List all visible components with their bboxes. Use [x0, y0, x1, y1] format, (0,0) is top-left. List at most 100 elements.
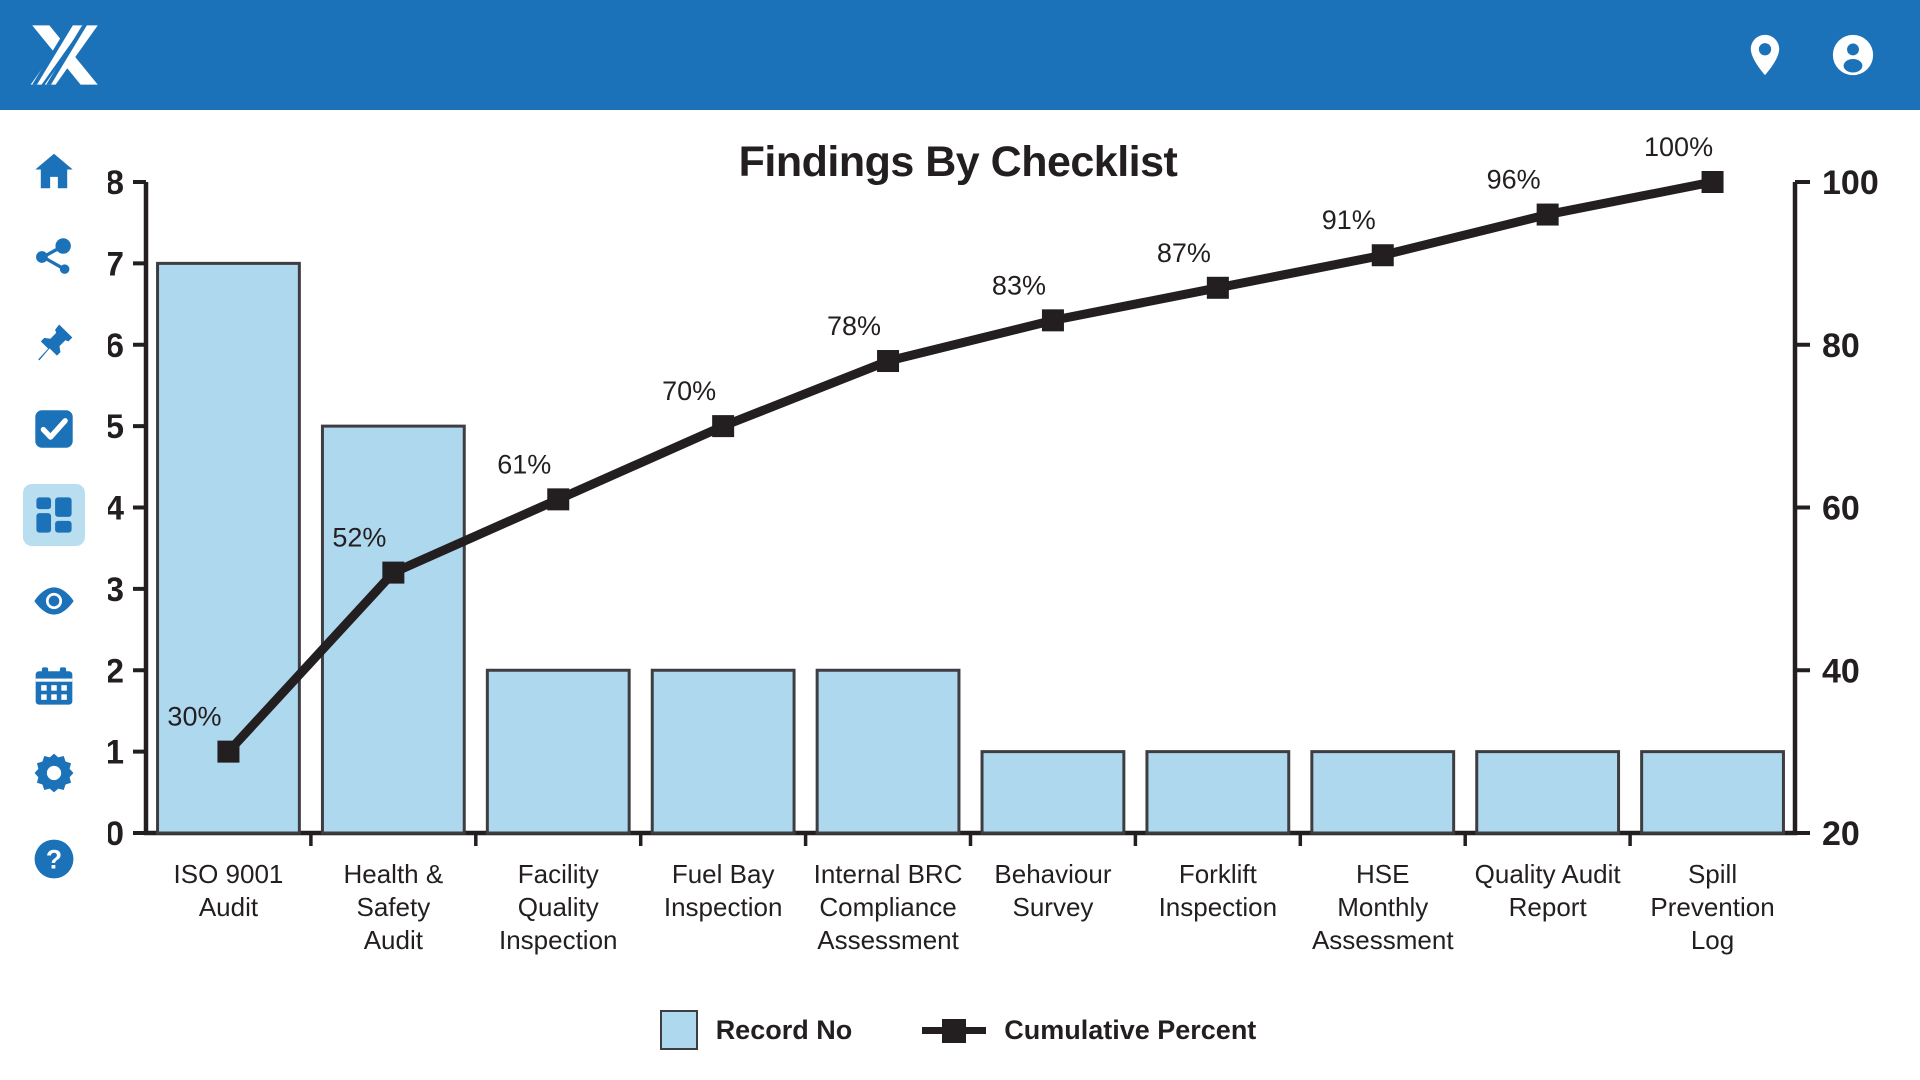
bar[interactable] — [650, 668, 796, 835]
x-axis-category-label: BehaviourSurvey — [994, 859, 1111, 922]
sidebar-item-observations[interactable] — [23, 570, 85, 632]
checkbox-icon — [35, 410, 73, 448]
svg-text:Assessment: Assessment — [817, 925, 959, 955]
svg-text:Quality: Quality — [518, 892, 599, 922]
cumulative-percent-label: 61% — [497, 449, 551, 479]
bar[interactable] — [485, 668, 631, 835]
cumulative-percent-label: 91% — [1322, 205, 1376, 235]
cumulative-percent-label: 100% — [1644, 132, 1713, 162]
y-left-tick-label: 4 — [108, 490, 124, 528]
line-marker[interactable] — [547, 488, 570, 511]
y-left-tick-label: 0 — [108, 815, 124, 853]
share-icon — [36, 238, 71, 274]
x-axis-category-label: Internal BRCComplianceAssessment — [814, 859, 963, 955]
svg-text:Assessment: Assessment — [1312, 925, 1454, 955]
bar[interactable] — [980, 750, 1126, 835]
legend-record-no-label: Record No — [715, 1014, 853, 1045]
bar[interactable] — [1640, 750, 1785, 835]
bar[interactable] — [1310, 750, 1456, 835]
cumulative-percent-label: 78% — [827, 311, 881, 341]
home-icon — [35, 153, 73, 189]
x-axis-category-label: FacilityQualityInspection — [499, 859, 618, 955]
cumulative-percent-label: 30% — [167, 702, 221, 732]
cumulative-percent-label: 83% — [992, 270, 1046, 300]
help-icon: ? — [34, 839, 74, 879]
svg-text:Audit: Audit — [199, 892, 259, 922]
line-marker[interactable] — [877, 350, 900, 373]
svg-text:Spill: Spill — [1688, 859, 1737, 889]
svg-text:Safety: Safety — [356, 892, 430, 922]
sidebar-item-settings[interactable] — [23, 742, 85, 804]
chart-panel: Findings By Checklist 0 1 2 3 4 5 6 7 8 20 40 60 80 1… — [108, 110, 1920, 1080]
x-axis-category-label: HSEMonthlyAssessment — [1312, 859, 1454, 955]
svg-text:Log: Log — [1691, 925, 1734, 955]
sidebar-item-pin[interactable] — [23, 312, 85, 374]
svg-text:Quality Audit: Quality Audit — [1475, 859, 1622, 889]
line-marker[interactable] — [217, 740, 240, 763]
cumulative-percent-label: 96% — [1487, 165, 1541, 195]
bar[interactable] — [1145, 750, 1291, 835]
svg-text:Behaviour: Behaviour — [994, 859, 1111, 889]
user-account-icon[interactable] — [1830, 32, 1876, 78]
y-right-tick-label: 100 — [1822, 164, 1879, 202]
bar[interactable] — [815, 668, 961, 835]
svg-text:Inspection: Inspection — [499, 925, 618, 955]
svg-text:Report: Report — [1509, 892, 1588, 922]
svg-text:Facility: Facility — [518, 859, 599, 889]
sidebar-item-calendar[interactable] — [23, 656, 85, 718]
line-marker[interactable] — [1371, 244, 1394, 267]
sidebar-item-tasks[interactable] — [23, 398, 85, 460]
cumulative-percent-label: 52% — [332, 523, 386, 553]
gear-icon — [34, 753, 74, 793]
x-axis-category-label: SpillPreventionLog — [1650, 859, 1774, 955]
line-marker[interactable] — [712, 415, 735, 438]
y-left-tick-label: 7 — [108, 245, 124, 283]
y-left-tick-label: 1 — [108, 734, 124, 772]
sidebar-item-home[interactable] — [23, 140, 85, 202]
svg-text:Fuel Bay: Fuel Bay — [672, 859, 775, 889]
y-left-tick-label: 5 — [108, 408, 124, 446]
line-marker[interactable] — [1701, 171, 1724, 193]
sidebar-item-dashboard[interactable] — [23, 484, 85, 546]
legend-bar-swatch — [659, 1010, 698, 1050]
svg-text:Health &: Health & — [343, 859, 443, 889]
line-marker[interactable] — [382, 561, 405, 584]
line-marker[interactable] — [1536, 203, 1559, 226]
line-marker[interactable] — [1041, 309, 1064, 332]
x-axis-category-label: Quality AuditReport — [1475, 859, 1622, 922]
svg-text:Survey: Survey — [1012, 892, 1093, 922]
logo-x-mark[interactable] — [26, 16, 104, 94]
svg-text:?: ? — [46, 845, 62, 875]
svg-text:HSE: HSE — [1356, 859, 1409, 889]
x-axis-category-label: ISO 9001Audit — [174, 859, 284, 922]
svg-text:Compliance: Compliance — [819, 892, 956, 922]
svg-text:Audit: Audit — [364, 925, 424, 955]
x-axis-category-label: Fuel BayInspection — [664, 859, 783, 922]
chart-legend: Record No Cumulative Percent — [108, 1010, 1808, 1050]
y-right-tick-label: 60 — [1822, 490, 1860, 528]
sidebar-item-share[interactable] — [23, 226, 85, 288]
svg-text:Monthly: Monthly — [1337, 892, 1428, 922]
y-left-tick-label: 3 — [108, 571, 124, 609]
y-left-tick-label: 2 — [108, 652, 124, 690]
svg-text:ISO 9001: ISO 9001 — [174, 859, 284, 889]
y-right-tick-label: 20 — [1822, 815, 1860, 853]
legend-line-marker — [922, 1018, 987, 1043]
location-pin-icon[interactable] — [1742, 32, 1788, 78]
svg-text:Internal BRC: Internal BRC — [814, 859, 963, 889]
eye-icon — [34, 587, 74, 615]
svg-text:Forklift: Forklift — [1179, 859, 1258, 889]
top-header-bar — [0, 0, 1920, 110]
y-left-tick-label: 6 — [108, 327, 124, 365]
line-marker[interactable] — [1206, 276, 1229, 299]
dashboard-icon — [36, 497, 72, 533]
y-left-tick-label: 8 — [108, 164, 124, 202]
legend-cumulative-percent[interactable]: Cumulative Percent — [922, 1015, 1256, 1046]
pin-icon — [38, 324, 73, 361]
bar[interactable] — [1475, 750, 1621, 835]
sidebar-item-help[interactable]: ? — [23, 828, 85, 890]
x-axis-category-label: Health &SafetyAudit — [343, 859, 443, 955]
pareto-chart: 0 1 2 3 4 5 6 7 8 20 40 60 80 100 30% 52% 61% 70% 78% 83% 87… — [108, 132, 1879, 955]
svg-text:Inspection: Inspection — [1159, 892, 1278, 922]
legend-record-no[interactable]: Record No — [659, 1010, 853, 1050]
